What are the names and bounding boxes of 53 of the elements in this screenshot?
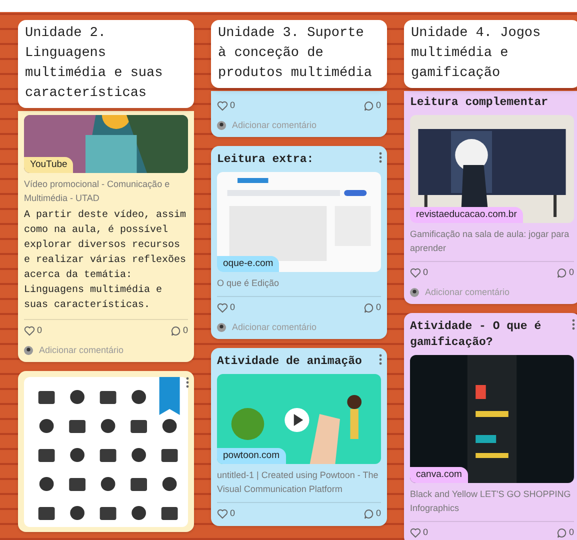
link-title: Gamificação na sala de aula: jogar para aprender: [410, 228, 570, 255]
comment-count: 0: [376, 301, 381, 314]
like-count: 0: [230, 99, 236, 112]
avatar-icon: [217, 120, 226, 130]
add-comment-field[interactable]: Adicionar comentário: [39, 344, 124, 357]
like-count: 0: [37, 324, 42, 337]
column-title: Unidade 3. Suporte à conceção de produtos multimédia: [211, 20, 387, 88]
comment-icon[interactable]: [364, 508, 374, 519]
heart-icon[interactable]: [217, 302, 228, 313]
source-tag: YouTube: [24, 156, 74, 173]
link-title: O que é Edição: [217, 277, 280, 290]
column-title: Unidade 2. Linguagens multimédia e suas características: [18, 20, 194, 108]
post-title: Leitura extra:: [217, 152, 314, 168]
heart-icon[interactable]: [217, 508, 228, 519]
avatar-icon: [217, 322, 226, 332]
like-count: 0: [423, 526, 428, 539]
heart-icon[interactable]: [410, 268, 421, 278]
avatar-icon: [24, 346, 33, 355]
comment-count: 0: [376, 507, 381, 520]
source-tag: canva.com: [410, 466, 468, 483]
source-tag: revistaeducacao.com.br: [410, 206, 523, 223]
add-comment-field[interactable]: Adicionar comentário: [232, 320, 317, 334]
source-tag: powtoon.com: [217, 448, 286, 464]
comment-count: 0: [568, 266, 574, 279]
avatar-icon: [410, 288, 419, 297]
comment-icon[interactable]: [364, 302, 374, 313]
link-title: Black and Yellow LET'S GO SHOPPING Infographics: [410, 488, 572, 515]
heart-icon[interactable]: [24, 326, 35, 336]
post-title: Atividade de animação: [217, 354, 362, 370]
link-title: untitled-1 | Created using Powtoon - The Visual Communication Platform: [217, 469, 380, 496]
post-title: Leitura complementar: [410, 95, 548, 111]
more-icon[interactable]: [379, 152, 382, 163]
column-title: Unidade 4. Jogos multimédia e gamificação: [404, 20, 577, 88]
like-count: 0: [423, 266, 428, 279]
comment-icon[interactable]: [556, 268, 567, 278]
add-comment-field[interactable]: Adicionar comentário: [425, 286, 510, 299]
comment-icon[interactable]: [556, 528, 567, 538]
like-count: 0: [230, 507, 236, 520]
more-icon[interactable]: [379, 354, 382, 365]
post-text: A partir deste vídeo, assim como na aula, é possível explorar diversos recursos e realizar várias reflexões acerca da temátia: Linguagens multimédia e suas características.: [24, 208, 188, 313]
heart-icon[interactable]: [410, 528, 421, 538]
more-icon[interactable]: [572, 319, 575, 330]
heart-icon[interactable]: [217, 100, 228, 111]
source-tag: oque-e.com: [217, 256, 280, 272]
comment-count: 0: [376, 99, 381, 112]
link-title: Vídeo promocional - Comunicação e Multimédia - UTAD: [24, 178, 171, 205]
add-comment-field[interactable]: Adicionar comentário: [232, 118, 317, 132]
comment-icon[interactable]: [170, 326, 181, 336]
comment-count: 0: [568, 526, 574, 539]
post-title: Atividade - O que é gamificação?: [410, 319, 542, 351]
like-count: 0: [230, 301, 236, 314]
comment-count: 0: [182, 324, 188, 337]
comment-icon[interactable]: [364, 100, 374, 111]
